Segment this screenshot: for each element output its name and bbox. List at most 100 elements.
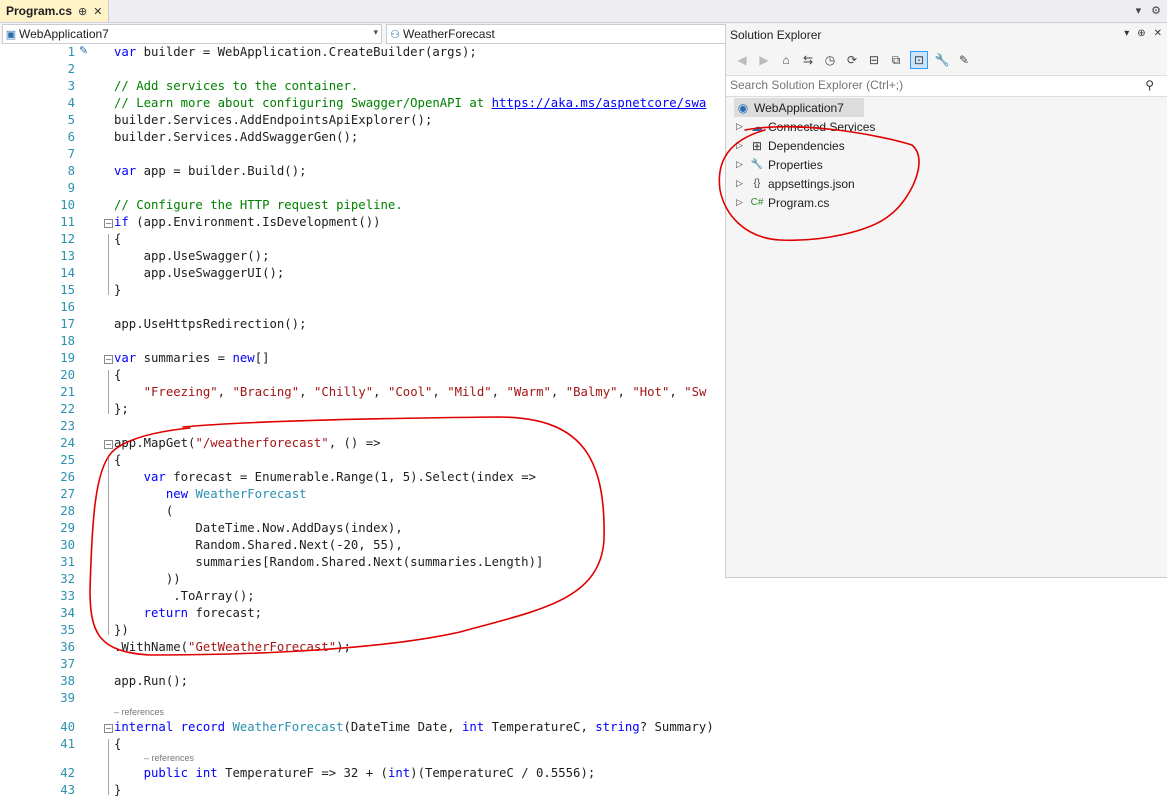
code-line[interactable]: 17 app.UseHttpsRedirection();: [0, 316, 725, 333]
tab-list-dropdown-icon[interactable]: ▾: [1136, 4, 1142, 17]
collapse-region-icon[interactable]: −: [104, 724, 113, 733]
connected-services-icon: ☁: [751, 119, 763, 134]
tree-node-dependencies[interactable]: ▷ ⊞ Dependencies: [736, 136, 845, 155]
tree-node-program-cs[interactable]: ▷ C# Program.cs: [736, 193, 829, 212]
expand-arrow-icon[interactable]: ▷: [736, 178, 748, 189]
code-text: {: [114, 736, 121, 753]
project-dropdown[interactable]: ▣ WebApplication7 ▾: [2, 24, 382, 44]
codelens-references[interactable]: – references: [144, 753, 194, 763]
line-number: 11: [60, 215, 75, 229]
tree-node-properties[interactable]: ▷ 🔧 Properties: [736, 155, 823, 174]
expand-arrow-icon[interactable]: ▷: [736, 121, 748, 132]
code-text: {: [114, 452, 121, 469]
tree-node-appsettings-json[interactable]: ▷ {} appsettings.json: [736, 174, 855, 193]
back-icon[interactable]: ◀: [734, 52, 750, 68]
keyword-token: int: [462, 720, 485, 734]
tree-node-project[interactable]: ◉ WebApplication7: [734, 98, 864, 117]
codelens-references[interactable]: – references: [114, 707, 164, 717]
code-token: }: [114, 283, 122, 297]
line-number: 18: [60, 334, 75, 348]
quick-action-icon[interactable]: ✎: [79, 44, 88, 57]
auto-hide-pin-icon[interactable]: ⊕: [1137, 28, 1145, 39]
expand-arrow-icon[interactable]: ▷: [736, 159, 748, 170]
code-text: Random.Shared.Next(-20, 55),: [114, 537, 402, 554]
home-icon[interactable]: ⌂: [778, 52, 794, 68]
code-text: var forecast = Enumerable.Range(1, 5).Se…: [114, 469, 536, 486]
collapse-region-icon[interactable]: −: [104, 440, 113, 449]
code-token: };: [114, 402, 129, 416]
keyword-token: var: [114, 351, 137, 365]
code-line[interactable]: 4 // Learn more about configuring Swagger…: [0, 95, 725, 112]
code-token: {: [114, 737, 122, 751]
collapse-region-icon[interactable]: −: [104, 219, 113, 228]
line-number: 2: [67, 62, 75, 76]
dependencies-icon: ⊞: [751, 138, 763, 153]
code-line[interactable]: 6 builder.Services.AddSwaggerGen();: [0, 129, 725, 146]
tab-program-cs[interactable]: Program.cs ⊕ ✕: [0, 0, 110, 22]
code-text: DateTime.Now.AddDays(index),: [114, 520, 403, 537]
code-line[interactable]: 7: [0, 146, 725, 163]
code-token: ,: [217, 385, 233, 399]
code-line[interactable]: 37: [0, 656, 725, 673]
code-line[interactable]: 23: [0, 418, 725, 435]
solution-explorer-title: Solution Explorer: [730, 28, 822, 42]
code-token: DateTime.Now.AddDays(index),: [114, 521, 403, 535]
code-line[interactable]: 38 app.Run();: [0, 673, 725, 690]
code-line[interactable]: 5 builder.Services.AddEndpointsApiExplore…: [0, 112, 725, 129]
code-token: ,: [550, 385, 566, 399]
code-line[interactable]: 9: [0, 180, 725, 197]
settings-icon[interactable]: ⚙: [1151, 4, 1161, 17]
code-line[interactable]: 39: [0, 690, 725, 707]
code-text: }: [114, 782, 121, 799]
code-line[interactable]: 8 var app = builder.Build();: [0, 163, 725, 180]
code-line[interactable]: 1 var builder = WebApplication.CreateBuil…: [0, 44, 725, 61]
preview-selected-items-icon[interactable]: ⊡: [910, 51, 928, 69]
comment-token: // Add services to the container.: [114, 79, 359, 93]
close-panel-icon[interactable]: ✕: [1154, 28, 1162, 39]
string-token: "Freezing": [143, 385, 218, 399]
forward-icon[interactable]: ▶: [756, 52, 772, 68]
pin-icon[interactable]: ⊕: [78, 5, 87, 18]
line-number: 16: [60, 300, 75, 314]
expand-arrow-icon[interactable]: ▷: [736, 140, 748, 151]
switch-views-icon[interactable]: ⇆: [800, 52, 816, 68]
code-text: .ToArray();: [114, 588, 254, 605]
code-text: // Configure the HTTP request pipeline.: [114, 197, 403, 214]
string-token: "Mild": [447, 385, 492, 399]
sync-icon[interactable]: ⟳: [844, 52, 860, 68]
code-token: }): [114, 623, 129, 637]
line-number: 29: [60, 521, 75, 535]
code-text: (: [114, 503, 173, 520]
code-line[interactable]: 2: [0, 61, 725, 78]
search-icon[interactable]: ⚲: [1145, 78, 1154, 92]
tree-node-connected-services[interactable]: ▷ ☁ Connected Services: [736, 117, 875, 136]
code-editor[interactable]: 1 var builder = WebApplication.CreateBuil…: [0, 44, 725, 801]
preview-icon[interactable]: ✎: [956, 52, 972, 68]
show-all-files-icon[interactable]: ⧉: [888, 52, 904, 68]
close-tab-icon[interactable]: ✕: [93, 5, 102, 18]
search-input[interactable]: [726, 76, 1134, 94]
line-number: 24: [60, 436, 75, 450]
structure-guide-line: [108, 455, 109, 635]
code-line[interactable]: 3 // Add services to the container.: [0, 78, 725, 95]
pending-changes-filter-icon[interactable]: ◷: [822, 52, 838, 68]
code-line[interactable]: 36 .WithName("GetWeatherForecast");: [0, 639, 725, 656]
code-line[interactable]: 16: [0, 299, 725, 316]
tree-node-label: appsettings.json: [768, 176, 855, 191]
properties-wrench-icon[interactable]: 🔧: [934, 52, 950, 68]
code-line[interactable]: 10 // Configure the HTTP request pipeline…: [0, 197, 725, 214]
code-text: app.UseSwaggerUI();: [114, 265, 285, 282]
collapse-region-icon[interactable]: −: [104, 355, 113, 364]
code-line[interactable]: 18: [0, 333, 725, 350]
code-token: .WithName(: [114, 640, 189, 654]
string-token: "Sw: [684, 385, 707, 399]
member-dropdown[interactable]: ⚇ WeatherForecast: [386, 24, 728, 44]
window-position-icon[interactable]: ▾: [1124, 28, 1129, 39]
collapse-all-icon[interactable]: ⊟: [866, 52, 882, 68]
expand-arrow-icon[interactable]: ▷: [736, 197, 748, 208]
code-token: ,: [491, 385, 507, 399]
comment-token: // Configure the HTTP request pipeline.: [114, 198, 403, 212]
hyperlink-token[interactable]: https://aka.ms/aspnetcore/swa: [492, 96, 707, 110]
line-number: 31: [60, 555, 75, 569]
string-token: "Hot": [632, 385, 670, 399]
